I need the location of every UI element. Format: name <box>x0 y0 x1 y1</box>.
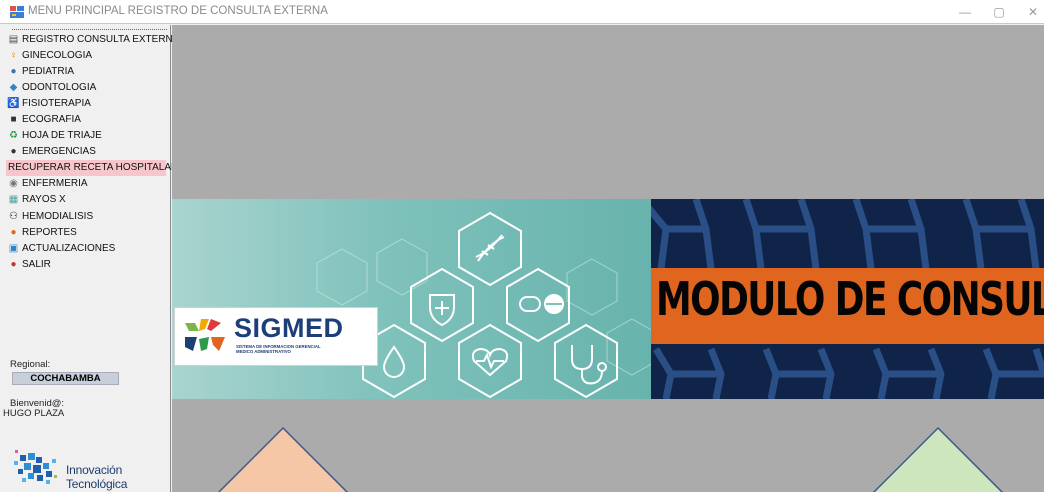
menu-item-ginecologia[interactable]: ♀ GINECOLOGIA <box>8 47 168 63</box>
menu-item-label: RAYOS X <box>22 194 66 206</box>
baby-icon: ● <box>10 65 17 77</box>
report-icon: ● <box>10 226 17 238</box>
ambulance-icon: ● <box>10 146 17 158</box>
regional-value: COCHABAMBA <box>12 372 119 385</box>
menu-item-label: PEDIATRIA <box>22 65 75 77</box>
main-menu: ▤ REGISTRO CONSULTA EXTERNA ♀ GINECOLOGIA ● P… <box>6 31 188 272</box>
nurse-icon: ◉ <box>9 178 18 190</box>
stethoscope-icon <box>571 345 607 385</box>
shield-plus-icon <box>429 294 455 327</box>
menu-item-hemodialisis[interactable]: ⚇ HEMODIALISIS <box>8 208 168 224</box>
drop-icon <box>382 345 406 378</box>
menu-item-salir[interactable]: ● SALIR <box>8 256 168 272</box>
menu-item-odontologia[interactable]: ◆ ODONTOLOGIA <box>8 79 168 95</box>
heart-pulse-icon <box>471 347 509 377</box>
menu-item-label: EMERGENCIAS <box>22 146 96 158</box>
sigmed-subtitle-line2: MEDICO ADMINISTRATIVO <box>236 349 291 354</box>
menu-item-recuperar-receta-hospitalaria[interactable]: RECUPERAR RECETA HOSPITALARIA <box>6 159 188 176</box>
female-symbol-icon: ♀ <box>9 49 18 61</box>
user-name: HUGO PLAZA <box>3 408 65 419</box>
app-icon <box>10 6 24 18</box>
sigmed-title: SIGMED <box>234 313 344 343</box>
dna-icon <box>475 234 505 262</box>
wheelchair-icon: ♿ <box>7 97 20 109</box>
menu-item-label: RECUPERAR RECETA HOSPITALARIA <box>8 162 188 174</box>
update-icon: ▣ <box>8 242 19 254</box>
triangle-left-graphic[interactable] <box>213 426 353 492</box>
menu-item-label: FISIOTERAPIA <box>22 97 91 109</box>
menu-item-label: HEMODIALISIS <box>22 210 94 222</box>
sigmed-mark-icon <box>185 319 225 351</box>
maximize-button[interactable]: ▢ <box>984 3 1014 21</box>
sigmed-subtitle: SISTEMA DE INFORMACION GERENCIAL MEDICO … <box>236 344 321 354</box>
exit-icon: ● <box>10 258 17 270</box>
triangle-right-graphic[interactable] <box>868 426 1008 492</box>
menu-item-label: ACTUALIZACIONES <box>22 242 116 254</box>
innovation-cube-icon <box>14 450 57 484</box>
menu-item-fisioterapia[interactable]: ♿ FISIOTERAPIA <box>7 95 168 111</box>
ultrasound-icon: ■ <box>10 114 17 126</box>
sidebar: ▤ REGISTRO CONSULTA EXTERNA ♀ GINECOLOGIA ● P… <box>0 25 188 492</box>
xray-icon: ▦ <box>8 194 19 206</box>
module-title: MODULO DE CONSULTA <box>656 272 1044 326</box>
menu-item-reportes[interactable]: ● REPORTES <box>8 224 168 240</box>
sigmed-logo: SIGMED SISTEMA DE INFORMACION GERENCIAL … <box>174 307 378 366</box>
menu-item-label: SALIR <box>22 258 51 270</box>
menu-item-label: REGISTRO CONSULTA EXTERNA <box>22 33 180 45</box>
menu-item-pediatria[interactable]: ● PEDIATRIA <box>8 63 168 79</box>
menu-separator <box>12 29 167 30</box>
minimize-button[interactable]: — <box>950 3 980 21</box>
close-button[interactable]: ✕ <box>1018 3 1044 21</box>
menu-item-label: GINECOLOGIA <box>22 49 93 61</box>
innovation-logo-text: Innovación Tecnológica <box>66 463 128 491</box>
banner-medical <box>172 199 651 399</box>
title-bar: MENU PRINCIPAL REGISTRO DE CONSULTA EXTE… <box>0 0 1044 24</box>
menu-item-label: ODONTOLOGIA <box>22 81 97 93</box>
window-title: MENU PRINCIPAL REGISTRO DE CONSULTA EXTE… <box>28 5 328 17</box>
register-icon: ▤ <box>8 33 19 45</box>
menu-item-hoja-de-triaje[interactable]: ♻ HOJA DE TRIAJE <box>8 128 168 144</box>
regional-label: Regional: <box>10 359 51 370</box>
pill-icon <box>519 294 564 314</box>
menu-item-actualizaciones[interactable]: ▣ ACTUALIZACIONES <box>8 240 168 256</box>
menu-item-rayos-x[interactable]: ▦ RAYOS X <box>8 192 168 208</box>
tooth-icon: ◆ <box>9 81 18 93</box>
menu-item-registro-consulta-externa[interactable]: ▤ REGISTRO CONSULTA EXTERNA <box>8 31 180 47</box>
innovation-logo: Innovación Tecnológica <box>6 445 156 491</box>
menu-item-label: ECOGRAFIA <box>22 114 81 126</box>
people-icon: ⚇ <box>9 210 18 222</box>
menu-item-ecografia[interactable]: ■ ECOGRAFIA <box>8 111 168 127</box>
menu-item-label: ENFERMERIA <box>22 178 88 190</box>
menu-item-label: HOJA DE TRIAJE <box>22 130 102 142</box>
menu-item-emergencias[interactable]: ● EMERGENCIAS <box>8 144 168 160</box>
menu-item-label: REPORTES <box>22 226 77 238</box>
medical-hexagons-graphic <box>276 211 651 399</box>
recycle-icon: ♻ <box>9 130 18 142</box>
menu-item-enfermeria[interactable]: ◉ ENFERMERIA <box>8 176 168 192</box>
